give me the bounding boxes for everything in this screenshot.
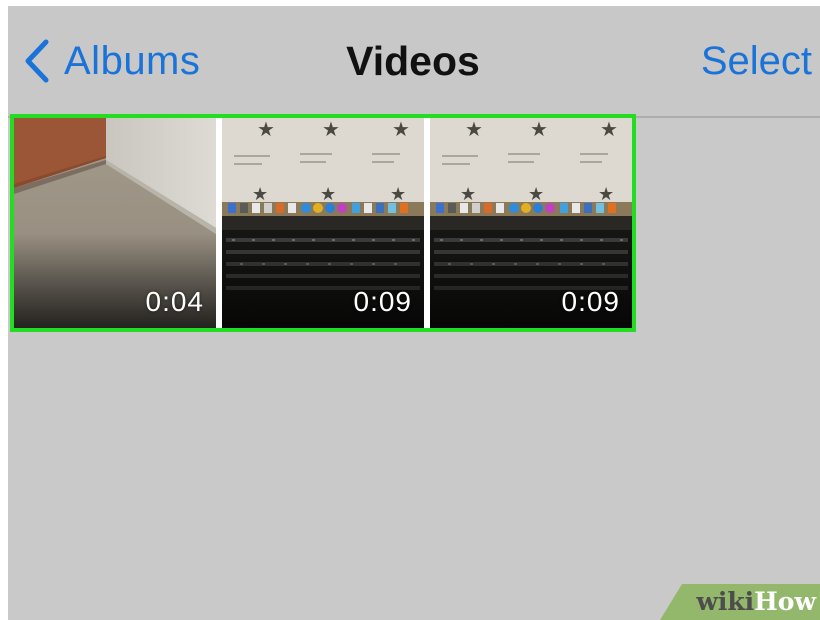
back-button-label: Albums	[64, 38, 201, 83]
video-duration: 0:09	[561, 286, 620, 317]
wikihow-watermark: wikiHow	[660, 584, 820, 620]
navigation-bar: Albums Videos Select	[8, 6, 820, 118]
chevron-left-icon	[24, 39, 50, 83]
select-button[interactable]: Select	[701, 36, 812, 86]
video-duration: 0:04	[145, 286, 204, 317]
video-thumbnail-3[interactable]: ★ ★ ★ ★ ★ ★	[430, 118, 632, 328]
video-duration: 0:09	[353, 286, 412, 317]
video-thumbnail-2[interactable]: ★ ★ ★ ★ ★ ★	[222, 118, 424, 328]
video-thumbnail-1[interactable]: 0:04	[14, 118, 216, 328]
video-grid: 0:04 ★ ★ ★ ★ ★ ★	[10, 114, 636, 332]
back-button[interactable]: Albums	[24, 36, 200, 86]
photos-app-screen: Albums Videos Select 0:04 0:09 0:09 wiki…	[8, 6, 820, 620]
